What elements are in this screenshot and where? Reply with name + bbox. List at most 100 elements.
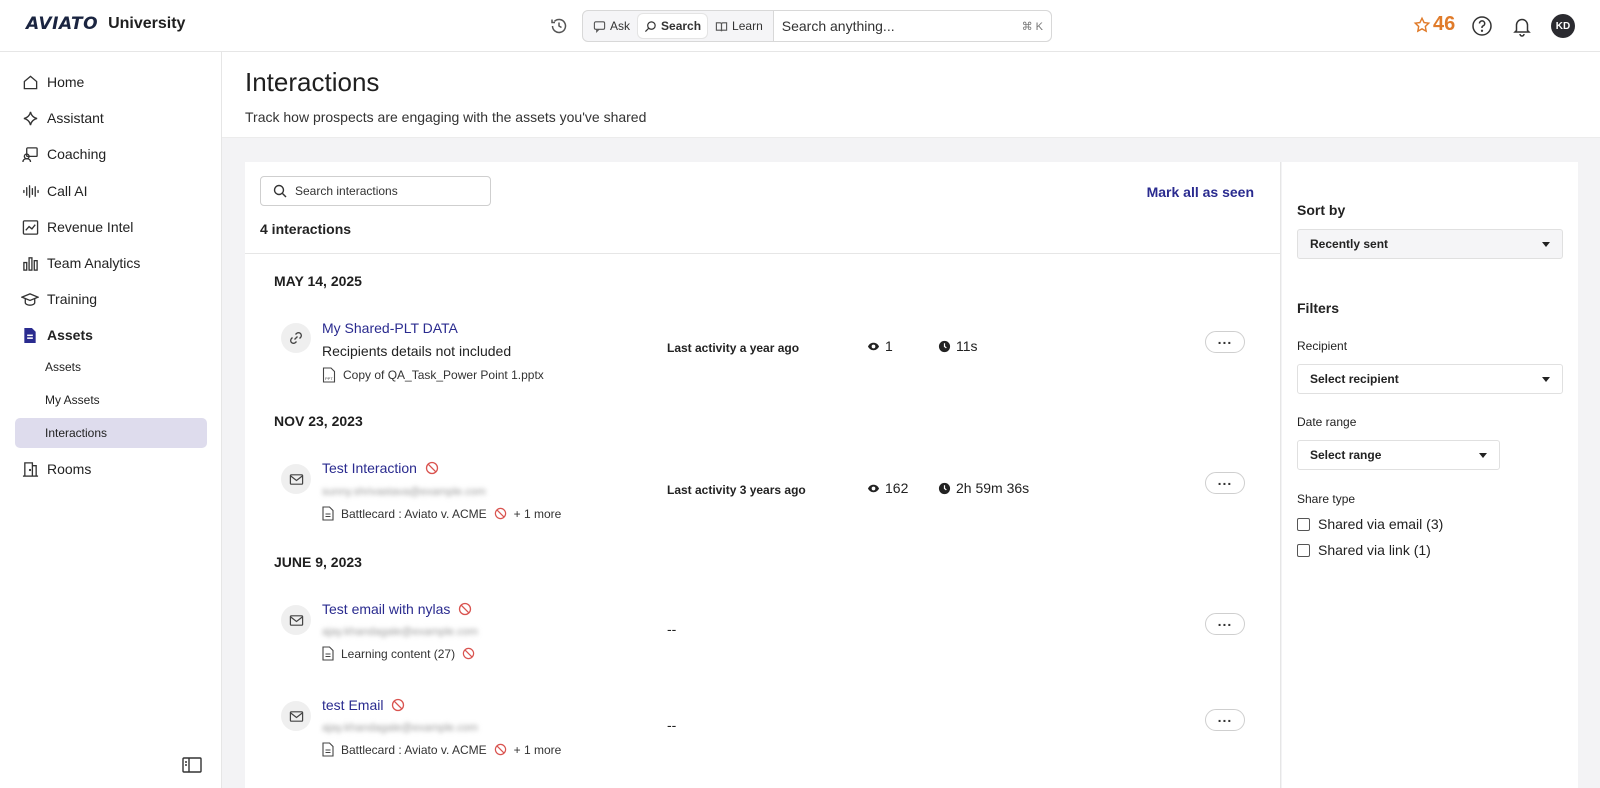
views-count: 1: [885, 338, 893, 354]
more-assets-link[interactable]: + 1 more: [514, 507, 562, 521]
ppt-file-icon: PPT: [322, 367, 336, 383]
more-options-button[interactable]: ...: [1205, 331, 1245, 353]
more-assets-link[interactable]: + 1 more: [514, 743, 562, 757]
interaction-asset[interactable]: Learning content (27): [322, 646, 475, 661]
filters-heading: Filters: [1297, 300, 1340, 316]
interactions-search: [260, 176, 491, 206]
sort-value: Recently sent: [1310, 237, 1389, 251]
bar-chart-icon: [21, 254, 39, 272]
search-input[interactable]: [781, 18, 1022, 34]
time-stat: 11s: [938, 338, 978, 354]
mail-icon: [281, 605, 311, 635]
time-stat: 2h 59m 36s: [938, 480, 1029, 496]
interaction-subtitle: Recipients details not included: [322, 343, 512, 359]
search-mode-tabs: Ask Search Learn: [583, 11, 773, 41]
asset-name: Copy of QA_Task_Power Point 1.pptx: [343, 368, 544, 382]
sidebar-item-label: Coaching: [47, 146, 107, 162]
sidebar-collapse-icon[interactable]: [182, 756, 202, 774]
mode-tab-search[interactable]: Search: [638, 14, 708, 38]
sparkle-icon: [21, 109, 39, 127]
points-badge[interactable]: 46: [1413, 13, 1455, 36]
blocked-icon: [462, 647, 475, 660]
star-icon: [1413, 16, 1431, 34]
recipient-email: ajay.khandagale@example.com: [322, 626, 478, 638]
recipient-select[interactable]: Select recipient: [1297, 364, 1563, 394]
blocked-icon: [425, 461, 439, 475]
document-icon: [322, 646, 334, 661]
brand-name: University: [108, 15, 186, 32]
more-options-button[interactable]: ...: [1205, 472, 1245, 494]
interactions-count: 4 interactions: [260, 221, 352, 237]
interaction-title[interactable]: Test email with nylas: [322, 601, 472, 617]
sidebar-item-label: Team Analytics: [47, 255, 141, 271]
sidebar-subitem-interactions[interactable]: Interactions: [15, 418, 207, 448]
more-options-button[interactable]: ...: [1205, 709, 1245, 731]
sort-select[interactable]: Recently sent: [1297, 229, 1563, 259]
sidebar-item-label: Assistant: [47, 110, 104, 126]
share-link-checkbox[interactable]: Shared via link (1): [1297, 542, 1431, 558]
sidebar-item-assistant[interactable]: Assistant: [15, 103, 207, 133]
sidebar-item-training[interactable]: Training: [15, 284, 207, 314]
sidebar-item-call-ai[interactable]: Call AI: [15, 176, 207, 206]
chat-icon: [593, 20, 606, 33]
sidebar-item-home[interactable]: Home: [15, 67, 207, 97]
checkbox-label: Shared via link (1): [1318, 542, 1431, 558]
page-title: Interactions: [245, 67, 380, 97]
search-icon: [273, 184, 287, 198]
interaction-asset[interactable]: PPT Copy of QA_Task_Power Point 1.pptx: [322, 367, 544, 383]
sidebar-item-coaching[interactable]: Coaching: [15, 139, 207, 169]
top-bar: AVIATO University Ask Search Learn ⌘ K: [0, 0, 1600, 52]
interaction-title[interactable]: My Shared-PLT DATA: [322, 320, 458, 336]
home-icon: [21, 73, 39, 91]
help-icon[interactable]: [1471, 15, 1493, 37]
mode-tab-learn[interactable]: Learn: [709, 14, 769, 38]
bell-icon[interactable]: [1511, 15, 1533, 37]
sidebar-item-label: Call AI: [47, 183, 88, 199]
sidebar-subitem-my-assets[interactable]: My Assets: [15, 385, 207, 415]
checkbox[interactable]: [1297, 517, 1310, 531]
mail-icon: [281, 464, 311, 494]
file-icon: [21, 326, 39, 344]
search-field: ⌘ K: [772, 11, 1051, 41]
avatar[interactable]: KD: [1551, 14, 1575, 38]
sort-by-label: Sort by: [1297, 202, 1346, 218]
checkbox[interactable]: [1297, 543, 1310, 557]
aviato-logo: AVIATO: [26, 14, 99, 34]
date-group-label: NOV 23, 2023: [274, 413, 363, 429]
more-options-button[interactable]: ...: [1205, 613, 1245, 635]
mode-tab-label: Learn: [732, 19, 763, 33]
eye-icon: [867, 340, 880, 353]
asset-name: Battlecard : Aviato v. ACME: [341, 506, 487, 521]
sidebar-item-revenue-intel[interactable]: Revenue Intel: [15, 212, 207, 242]
recipient-label: Recipient: [1297, 339, 1348, 353]
recipient-email: sunny.shrivastava@example.com: [322, 486, 486, 498]
search-shortcut: ⌘ K: [1021, 20, 1043, 33]
date-range-select[interactable]: Select range: [1297, 440, 1500, 470]
eye-icon: [867, 482, 880, 495]
mode-tab-ask[interactable]: Ask: [587, 14, 636, 38]
mode-tab-label: Search: [661, 19, 702, 33]
link-icon: [281, 323, 311, 353]
last-activity: --: [667, 621, 677, 637]
interaction-title[interactable]: Test Interaction: [322, 460, 439, 476]
revenue-chart-icon: [21, 218, 39, 236]
last-activity: Last activity a year ago: [667, 341, 800, 355]
interaction-asset[interactable]: Battlecard : Aviato v. ACME + 1 more: [322, 742, 561, 757]
caret-down-icon: [1479, 452, 1487, 458]
search-interactions-input[interactable]: [295, 184, 475, 198]
time-spent: 11s: [956, 338, 978, 354]
mark-all-seen-button[interactable]: Mark all as seen: [1147, 184, 1254, 200]
share-email-checkbox[interactable]: Shared via email (3): [1297, 516, 1443, 532]
sidebar-item-rooms[interactable]: Rooms: [15, 454, 207, 484]
blocked-icon: [458, 602, 472, 616]
interaction-title[interactable]: test Email: [322, 697, 405, 713]
sidebar-subitem-assets[interactable]: Assets: [15, 352, 207, 382]
sidebar-item-assets[interactable]: Assets: [15, 320, 207, 350]
sidebar: Home Assistant Coaching Call AI Revenue …: [0, 52, 222, 788]
blocked-icon: [391, 698, 405, 712]
sidebar-item-team-analytics[interactable]: Team Analytics: [15, 248, 207, 278]
interaction-asset[interactable]: Battlecard : Aviato v. ACME + 1 more: [322, 506, 561, 521]
clock-icon: [938, 482, 951, 495]
history-icon[interactable]: [549, 16, 569, 36]
brand[interactable]: AVIATO University: [26, 14, 185, 34]
